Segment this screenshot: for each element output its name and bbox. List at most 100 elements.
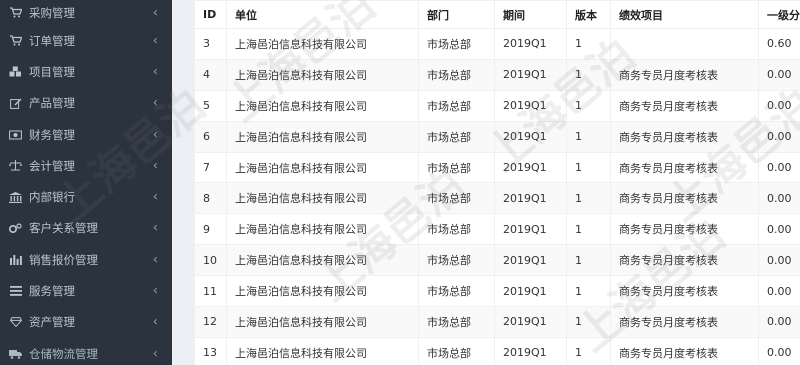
table-row[interactable]: 12 上海邑泊信息科技有限公司 市场总部 2019Q1 1 商务专员月度考核表 0.00 <box>194 306 800 338</box>
cell-project: 商务专员月度考核表 <box>610 151 759 184</box>
cell-company: 上海邑泊信息科技有限公司 <box>226 182 419 215</box>
cell-score: 0.00 <box>758 275 800 308</box>
sidebar-item-label: 客户关系管理 <box>29 221 98 236</box>
sidebar-item-label: 仓储物流管理 <box>29 346 98 361</box>
truck-icon <box>9 349 22 359</box>
sidebar-item-label: 会计管理 <box>29 158 75 173</box>
cell-project: 商务专员月度考核表 <box>610 336 759 365</box>
cell-company: 上海邑泊信息科技有限公司 <box>226 336 419 365</box>
cell-project: 商务专员月度考核表 <box>610 244 759 277</box>
column-header[interactable]: 绩效项目 <box>610 0 759 29</box>
cell-version: 1 <box>566 244 611 277</box>
table-row[interactable]: 13 上海邑泊信息科技有限公司 市场总部 2019Q1 1 商务专员月度考核表 0.00 <box>194 336 800 365</box>
cell-department: 市场总部 <box>418 58 495 91</box>
cell-company: 上海邑泊信息科技有限公司 <box>226 151 419 184</box>
cell-company: 上海邑泊信息科技有限公司 <box>226 306 419 338</box>
table-row[interactable]: 7 上海邑泊信息科技有限公司 市场总部 2019Q1 1 商务专员月度考核表 0.00 <box>194 151 800 184</box>
chevron-left-icon: ‹ <box>152 33 158 49</box>
sidebar-item-11[interactable]: 资产管理 ‹ <box>0 307 172 338</box>
column-header[interactable]: ID <box>194 0 227 29</box>
cell-id: 5 <box>194 89 227 122</box>
cell-score: 0.00 <box>758 151 800 184</box>
chevron-left-icon: ‹ <box>152 346 158 362</box>
cell-id: 7 <box>194 151 227 184</box>
cell-id: 8 <box>194 182 227 215</box>
cell-id: 10 <box>194 244 227 277</box>
chevron-left-icon: ‹ <box>152 314 158 330</box>
table-row[interactable]: 10 上海邑泊信息科技有限公司 市场总部 2019Q1 1 商务专员月度考核表 0.00 <box>194 244 800 277</box>
cell-company: 上海邑泊信息科技有限公司 <box>226 89 419 122</box>
table-row[interactable]: 6 上海邑泊信息科技有限公司 市场总部 2019Q1 1 商务专员月度考核表 0.00 <box>194 120 800 153</box>
table-row[interactable]: 9 上海邑泊信息科技有限公司 市场总部 2019Q1 1 商务专员月度考核表 0.00 <box>194 213 800 246</box>
sidebar-item-12[interactable]: 仓储物流管理 ‹ <box>0 338 172 365</box>
edit-icon <box>9 98 22 109</box>
cell-score: 0.00 <box>758 182 800 215</box>
sidebar-item-10[interactable]: 服务管理 ‹ <box>0 275 172 306</box>
cell-company: 上海邑泊信息科技有限公司 <box>226 58 419 91</box>
cell-score: 0.00 <box>758 89 800 122</box>
sidebar-item-6[interactable]: 会计管理 ‹ <box>0 150 172 181</box>
cell-project: 商务专员月度考核表 <box>610 182 759 215</box>
table-row[interactable]: 8 上海邑泊信息科技有限公司 市场总部 2019Q1 1 商务专员月度考核表 0.00 <box>194 182 800 215</box>
column-header[interactable]: 单位 <box>226 0 419 29</box>
table-row[interactable]: 3 上海邑泊信息科技有限公司 市场总部 2019Q1 1 0.60 <box>194 28 800 60</box>
sidebar-item-1[interactable]: 采购管理 ‹ <box>0 0 172 25</box>
money-icon <box>9 130 22 140</box>
sidebar-item-4[interactable]: 产品管理 ‹ <box>0 88 172 119</box>
cell-version: 1 <box>566 120 611 153</box>
cell-id: 6 <box>194 120 227 153</box>
column-header[interactable]: 部门 <box>418 0 495 29</box>
table-row[interactable]: 5 上海邑泊信息科技有限公司 市场总部 2019Q1 1 商务专员月度考核表 0.00 <box>194 89 800 122</box>
cell-period: 2019Q1 <box>494 151 567 184</box>
cell-score: 0.60 <box>758 28 800 60</box>
cell-company: 上海邑泊信息科技有限公司 <box>226 120 419 153</box>
chevron-left-icon: ‹ <box>152 220 158 236</box>
cell-version: 1 <box>566 151 611 184</box>
sidebar-item-label: 内部银行 <box>29 190 75 205</box>
sidebar-item-9[interactable]: 销售报价管理 ‹ <box>0 244 172 275</box>
table-header-row: ID 单位 部门 期间 版本 绩效项目 一级分 <box>194 0 800 29</box>
cell-project <box>610 28 759 60</box>
cell-period: 2019Q1 <box>494 306 567 338</box>
cart-icon <box>9 35 22 46</box>
cart-icon <box>9 7 22 18</box>
bank-icon <box>9 191 22 203</box>
cell-version: 1 <box>566 213 611 246</box>
sidebar-item-2[interactable]: 订单管理 ‹ <box>0 25 172 56</box>
cell-project: 商务专员月度考核表 <box>610 58 759 91</box>
list-icon <box>9 286 22 296</box>
cell-version: 1 <box>566 306 611 338</box>
chevron-left-icon: ‹ <box>152 127 158 143</box>
cell-version: 1 <box>566 182 611 215</box>
cell-version: 1 <box>566 336 611 365</box>
cell-score: 0.00 <box>758 306 800 338</box>
table-row[interactable]: 4 上海邑泊信息科技有限公司 市场总部 2019Q1 1 商务专员月度考核表 0.00 <box>194 58 800 91</box>
sidebar-item-3[interactable]: 项目管理 ‹ <box>0 56 172 87</box>
cell-project: 商务专员月度考核表 <box>610 306 759 338</box>
cell-id: 11 <box>194 275 227 308</box>
chevron-left-icon: ‹ <box>152 158 158 174</box>
cell-period: 2019Q1 <box>494 213 567 246</box>
column-header[interactable]: 版本 <box>566 0 611 29</box>
chevron-left-icon: ‹ <box>152 5 158 20</box>
balance-icon <box>9 160 22 171</box>
column-header[interactable]: 一级分 <box>758 0 800 29</box>
cell-period: 2019Q1 <box>494 28 567 60</box>
cell-score: 0.00 <box>758 120 800 153</box>
main-content: ID 单位 部门 期间 版本 绩效项目 一级分 3 上海邑泊信息科技有限公司 市场总部 2019Q… <box>194 0 800 365</box>
chevron-left-icon: ‹ <box>152 283 158 299</box>
cell-id: 12 <box>194 306 227 338</box>
sidebar-item-7[interactable]: 内部银行 ‹ <box>0 181 172 212</box>
column-header[interactable]: 期间 <box>494 0 567 29</box>
sidebar-item-label: 产品管理 <box>29 96 75 111</box>
sidebar-item-label: 服务管理 <box>29 284 75 299</box>
cell-department: 市场总部 <box>418 151 495 184</box>
sidebar-item-8[interactable]: 客户关系管理 ‹ <box>0 213 172 244</box>
cell-project: 商务专员月度考核表 <box>610 275 759 308</box>
sidebar-item-label: 财务管理 <box>29 127 75 142</box>
sidebar-item-label: 项目管理 <box>29 64 75 79</box>
sidebar-item-5[interactable]: 财务管理 ‹ <box>0 119 172 150</box>
cell-department: 市场总部 <box>418 275 495 308</box>
table-row[interactable]: 11 上海邑泊信息科技有限公司 市场总部 2019Q1 1 商务专员月度考核表 0.00 <box>194 275 800 308</box>
cell-department: 市场总部 <box>418 182 495 215</box>
